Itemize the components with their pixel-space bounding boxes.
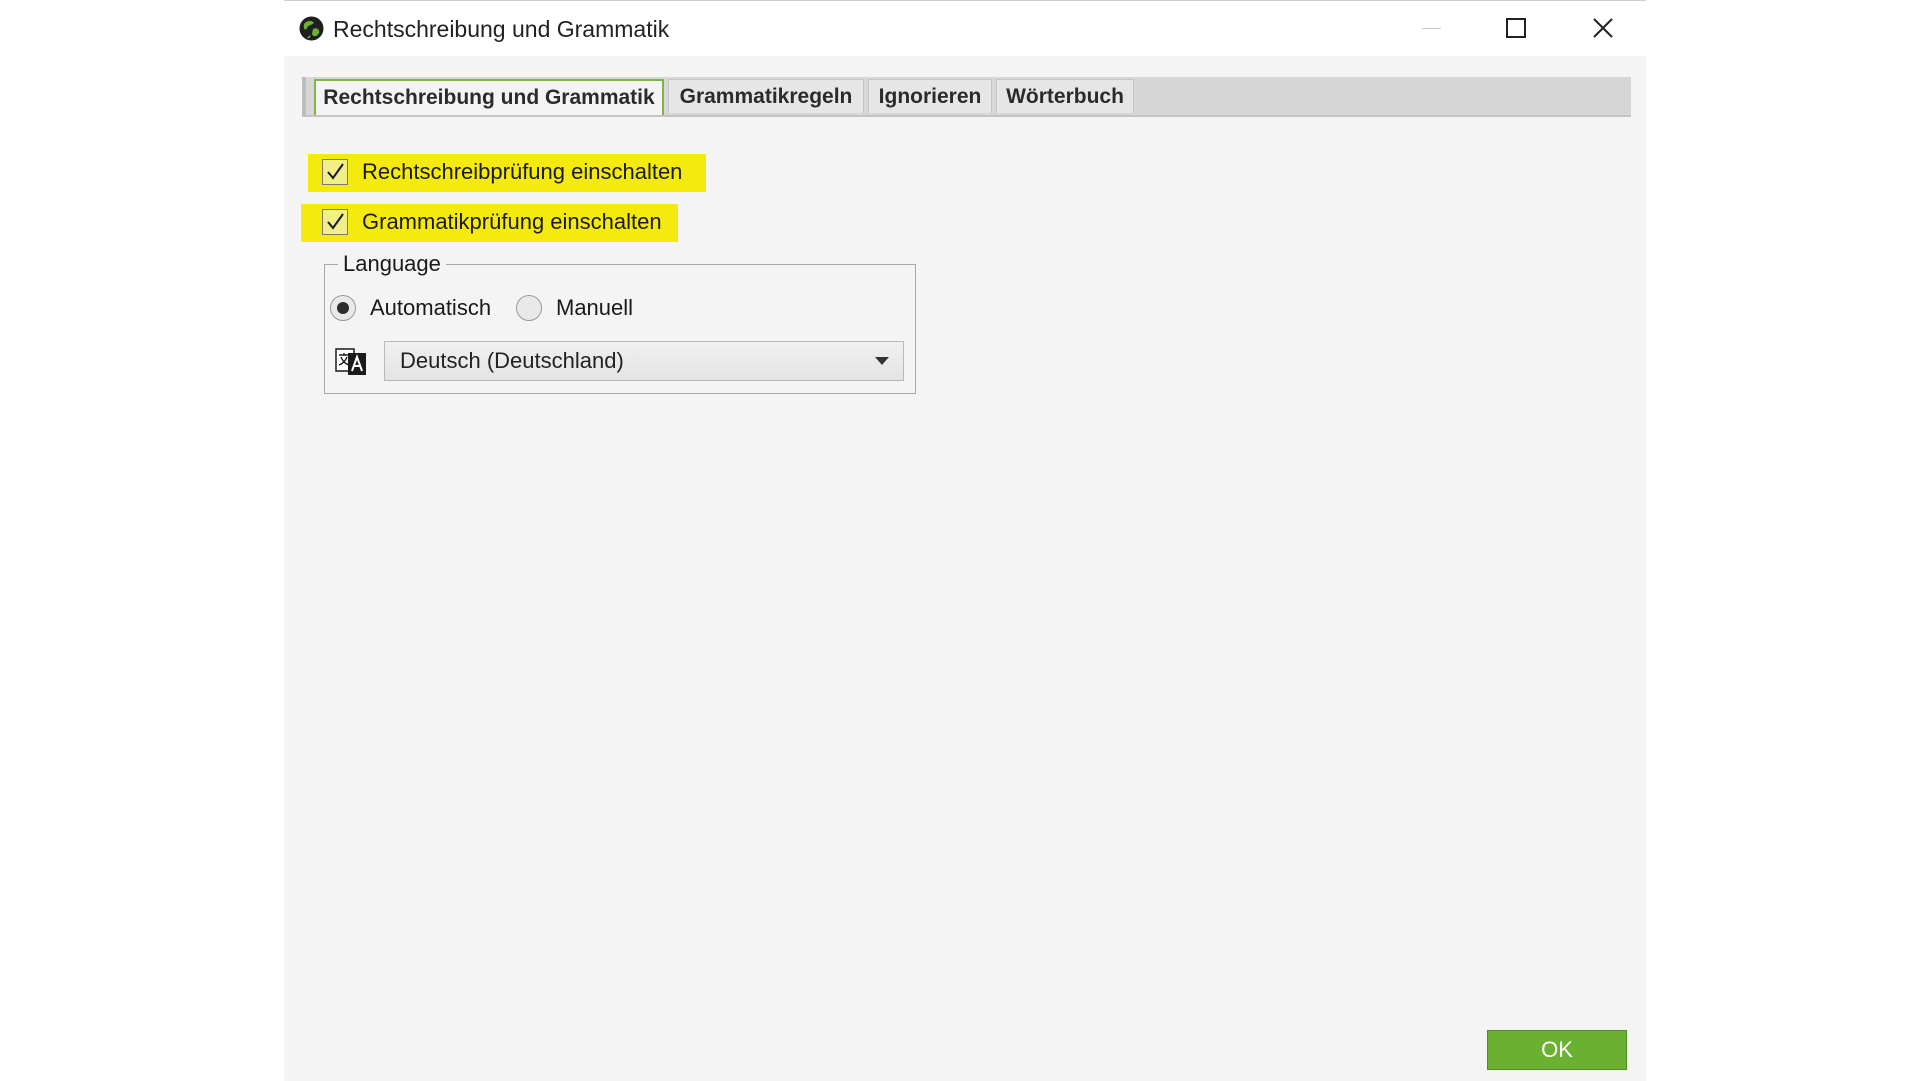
language-dropdown-value: Deutsch (Deutschland) [400,348,624,373]
title-bar: Rechtschreibung und Grammatik [284,1,1646,56]
tab-strip: Rechtschreibung und Grammatik Grammatikr… [302,77,1631,117]
language-legend: Language [338,251,446,277]
grammarcheck-checkbox-row[interactable]: Grammatikprüfung einschalten [322,209,662,235]
ok-button[interactable]: OK [1487,1030,1627,1070]
radio-selected-dot [337,302,349,314]
radio-automatisch[interactable]: Automatisch [330,295,491,321]
window-title: Rechtschreibung und Grammatik [333,16,670,42]
globe-logo-icon [299,16,324,41]
dialog-window: Rechtschreibung und Grammatik Rechtschre… [284,0,1646,1081]
tab-label: Wörterbuch [1006,84,1124,108]
language-dropdown[interactable]: Deutsch (Deutschland) [384,341,904,381]
tab-grammatikregeln[interactable]: Grammatikregeln [668,79,864,113]
spellcheck-checkbox[interactable] [322,159,348,185]
grammarcheck-checkbox[interactable] [322,209,348,235]
tab-label: Grammatikregeln [679,84,853,108]
maximize-icon [1506,18,1526,38]
spellcheck-checkbox-row[interactable]: Rechtschreibprüfung einschalten [322,159,682,185]
spellcheck-label: Rechtschreibprüfung einschalten [362,159,683,184]
minimize-button[interactable] [1401,7,1461,49]
tab-rechtschreibung-und-grammatik[interactable]: Rechtschreibung und Grammatik [314,79,664,115]
checkmark-icon [327,213,344,230]
tab-woerterbuch[interactable]: Wörterbuch [996,79,1134,113]
tab-label: Ignorieren [878,84,982,108]
ok-button-label: OK [1541,1037,1573,1062]
grammarcheck-label: Grammatikprüfung einschalten [362,209,662,234]
maximize-button[interactable] [1486,7,1546,49]
radio-automatisch-button[interactable] [330,295,356,321]
radio-manuell[interactable]: Manuell [516,295,633,321]
checkmark-icon [327,163,344,180]
minimize-icon [1421,27,1441,29]
radio-manuell-label: Manuell [556,295,634,320]
close-button[interactable] [1573,7,1633,49]
close-icon [1593,18,1613,38]
tab-label: Rechtschreibung und Grammatik [323,86,655,109]
chevron-down-icon [875,357,889,365]
translate-icon [335,348,366,375]
tab-ignorieren[interactable]: Ignorieren [868,79,992,113]
radio-automatisch-label: Automatisch [370,295,492,320]
radio-manuell-button[interactable] [516,295,542,321]
